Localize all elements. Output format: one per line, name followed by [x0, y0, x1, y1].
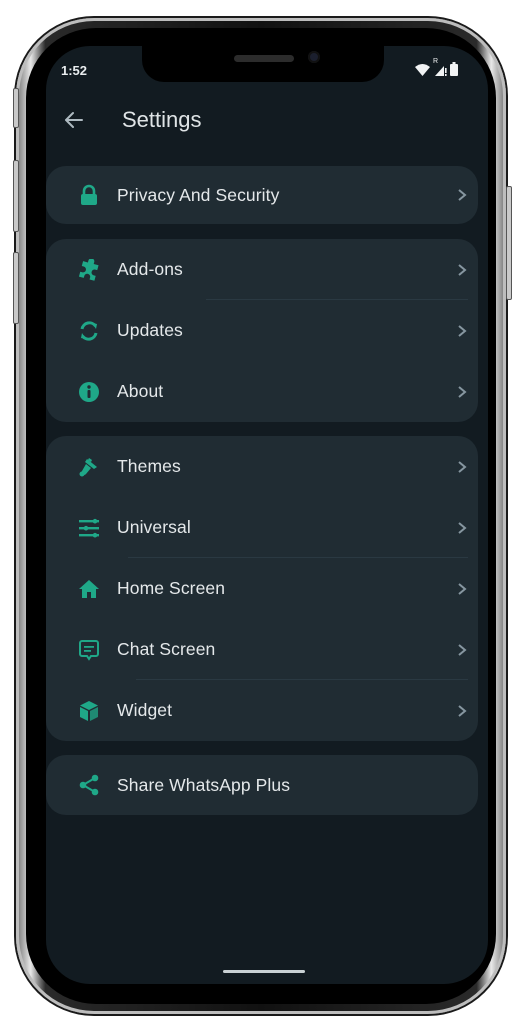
status-icons: R — [415, 58, 458, 76]
home-icon — [78, 578, 100, 600]
paint-brush-icon — [78, 456, 100, 478]
back-button[interactable] — [62, 108, 86, 132]
chevron-right-icon — [458, 460, 467, 473]
item-label: Updates — [117, 320, 183, 340]
item-label: Add-ons — [117, 259, 183, 279]
settings-group-privacy: Privacy And Security — [46, 166, 478, 224]
item-label: Privacy And Security — [117, 184, 280, 205]
screen: 1:52 R Settings Privacy And Security Add… — [46, 46, 488, 984]
item-label: Share WhatsApp Plus — [117, 774, 291, 795]
chevron-right-icon — [458, 385, 467, 398]
home-indicator[interactable] — [223, 970, 305, 973]
settings-item-widget[interactable]: Widget — [46, 680, 478, 741]
front-camera — [308, 51, 320, 63]
settings-item-updates[interactable]: Updates — [46, 300, 478, 361]
side-button-volume-down — [13, 252, 19, 324]
chat-icon — [78, 639, 100, 661]
wifi-icon — [415, 64, 430, 76]
settings-item-add-ons[interactable]: Add-ons — [46, 239, 478, 300]
settings-group-share: Share WhatsApp Plus — [46, 755, 478, 815]
settings-item-chat-screen[interactable]: Chat Screen — [46, 619, 478, 680]
speaker-grille — [234, 55, 294, 62]
chevron-right-icon — [458, 324, 467, 337]
chevron-right-icon — [458, 521, 467, 534]
chevron-right-icon — [458, 263, 467, 276]
notch — [142, 46, 384, 82]
settings-item-about[interactable]: About — [46, 361, 478, 422]
signal-roaming-icon: R — [433, 58, 447, 76]
chevron-right-icon — [458, 189, 467, 201]
info-icon — [78, 381, 100, 403]
item-label: Widget — [117, 700, 173, 720]
settings-item-privacy-and-security[interactable]: Privacy And Security — [46, 166, 478, 224]
page-title: Settings — [122, 107, 202, 132]
sync-icon — [78, 320, 100, 342]
chevron-right-icon — [458, 643, 467, 656]
arrow-left-icon — [65, 112, 83, 128]
item-label: Themes — [117, 456, 181, 476]
sliders-icon — [78, 517, 100, 539]
settings-item-share-whatsapp-plus[interactable]: Share WhatsApp Plus — [46, 755, 478, 815]
settings-item-themes[interactable]: Themes — [46, 436, 478, 497]
battery-icon — [450, 62, 458, 76]
cube-icon — [78, 700, 100, 722]
item-label: Chat Screen — [117, 639, 216, 659]
settings-item-home-screen[interactable]: Home Screen — [46, 558, 478, 619]
side-button-action — [13, 88, 19, 128]
chevron-right-icon — [458, 582, 467, 595]
side-button-volume-up — [13, 160, 19, 232]
settings-group-appearance: Themes Universal Home Screen Chat Screen — [46, 436, 478, 741]
status-time: 1:52 — [61, 63, 88, 78]
share-icon — [78, 774, 100, 796]
settings-group-general: Add-ons Updates About — [46, 239, 478, 422]
item-label: Home Screen — [117, 578, 226, 598]
item-label: About — [117, 381, 164, 401]
settings-item-universal[interactable]: Universal — [46, 497, 478, 558]
chevron-right-icon — [458, 704, 467, 717]
item-label: Universal — [117, 517, 191, 537]
puzzle-icon — [78, 258, 100, 281]
side-button-power — [506, 186, 512, 300]
lock-icon — [78, 184, 100, 206]
